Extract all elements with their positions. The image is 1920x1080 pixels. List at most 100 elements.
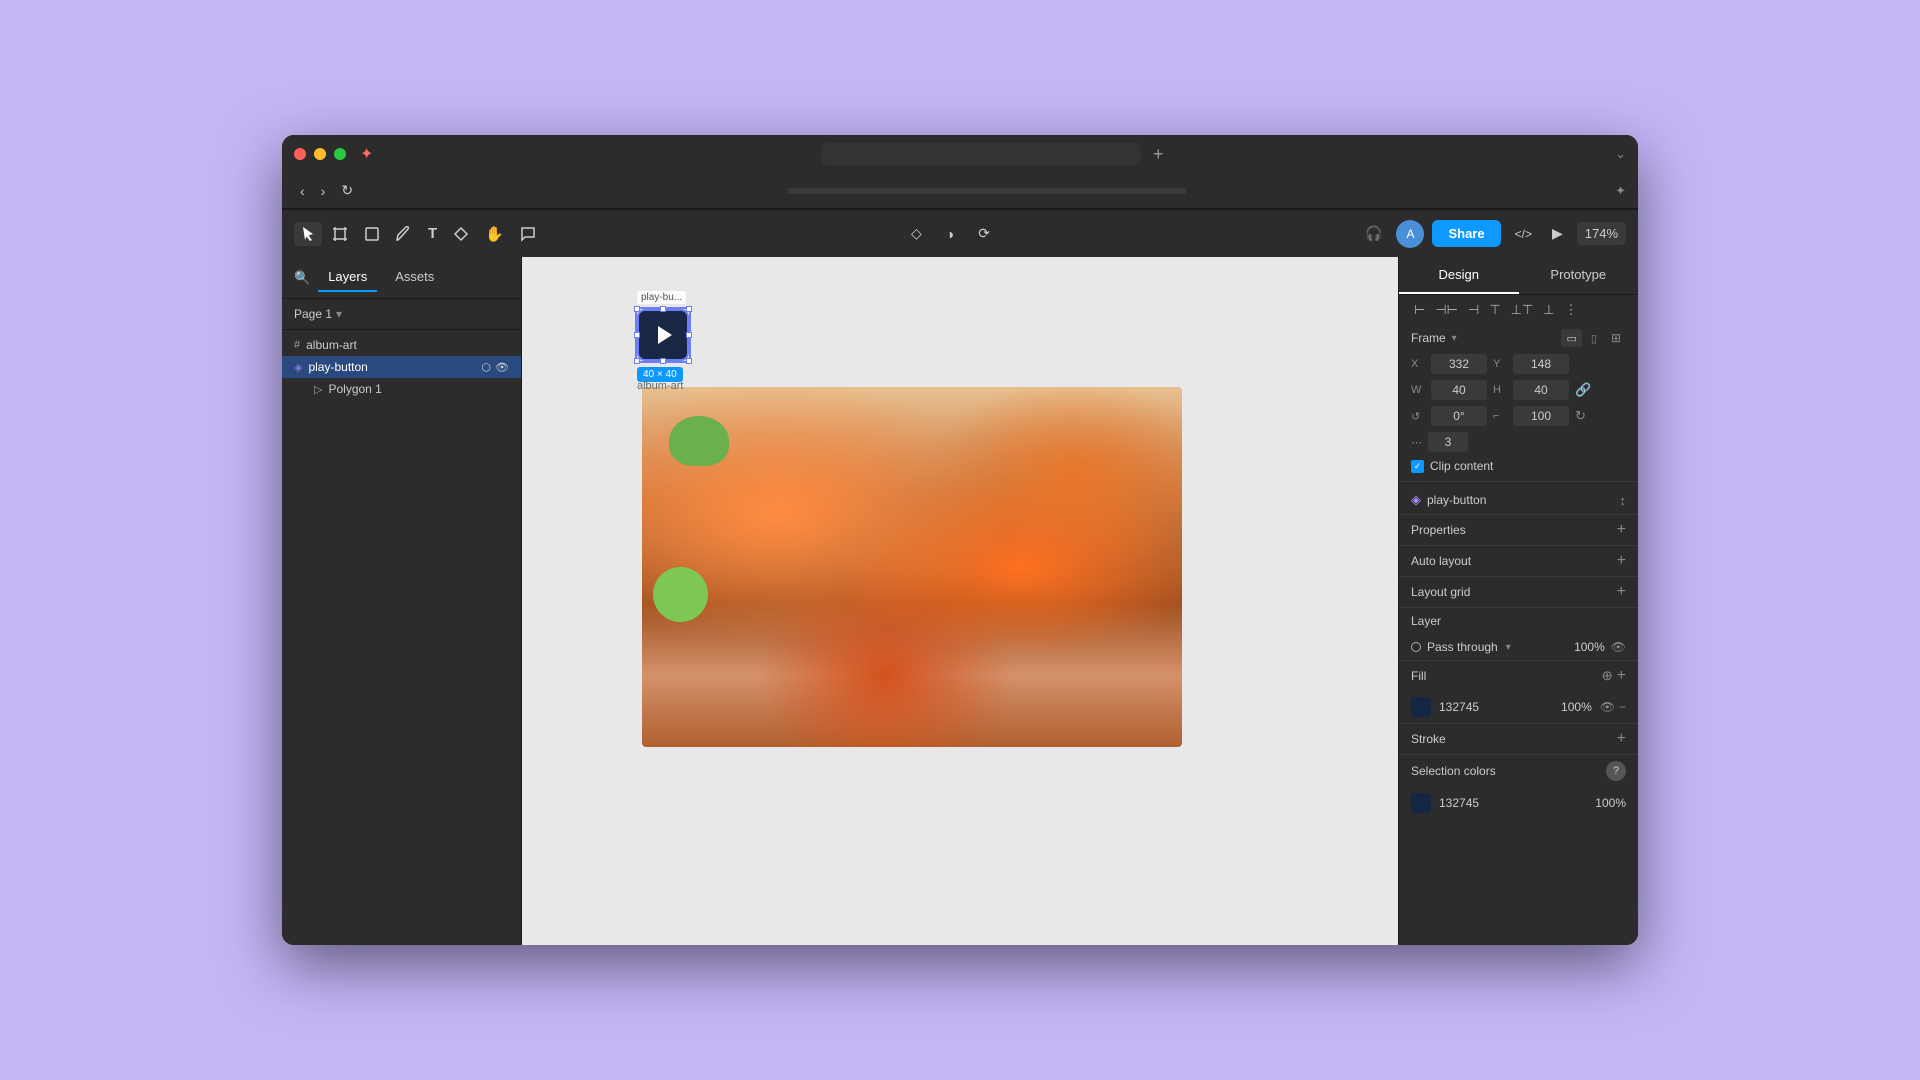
headphone-icon[interactable]: 🎧	[1359, 221, 1388, 246]
frame-icons: ▭ ▯ ⊞	[1561, 329, 1626, 347]
new-tab-button[interactable]: +	[1149, 144, 1168, 165]
contrast-icon[interactable]: ◑	[940, 222, 960, 246]
frame-type-2-button[interactable]: ▯	[1586, 329, 1602, 347]
prototype-icon[interactable]: ⟳	[972, 221, 996, 246]
canvas-area[interactable]: play-bu...	[522, 257, 1398, 945]
style-icon[interactable]: ◇	[905, 221, 928, 246]
fill-visibility-button[interactable]: 👁	[1600, 700, 1615, 714]
fill-opacity-value[interactable]: 100%	[1561, 700, 1592, 714]
fill-target-button[interactable]: ⊕	[1601, 667, 1612, 685]
toolbar-right: 🎧 A Share </> ▶ 174%	[1359, 220, 1626, 248]
frame-dropdown-arrow[interactable]: ▾	[1452, 333, 1457, 344]
corner-radius-input[interactable]	[1513, 406, 1569, 426]
rotation-input[interactable]	[1431, 406, 1487, 426]
lime-wedge	[669, 416, 729, 466]
align-left-button[interactable]: ⊢	[1411, 299, 1428, 321]
corner-options-button[interactable]: ↻	[1575, 408, 1586, 424]
figma-toolbar: T ✋ ◇ ◑ ⟳ 🎧 A Share </> ▶ 174%	[282, 209, 1638, 257]
layer-item-album-art[interactable]: # album-art	[282, 334, 521, 356]
play-button-visual[interactable]	[637, 309, 689, 361]
x-input[interactable]	[1431, 354, 1487, 374]
layers-tab[interactable]: Layers	[318, 263, 377, 292]
visible-icon[interactable]: 👁	[495, 361, 509, 374]
layers-list: # album-art ◈ play-button ⬡ 👁 ▷ Polygon …	[282, 330, 521, 945]
lock-ratio-button[interactable]: 🔗	[1575, 382, 1591, 398]
hand-tool-button[interactable]: ✋	[479, 221, 510, 247]
y-input[interactable]	[1513, 354, 1569, 374]
layer-item-polygon1[interactable]: ▷ Polygon 1	[282, 378, 521, 400]
handle-br[interactable]	[686, 358, 692, 364]
frame-name-tooltip: play-bu...	[637, 291, 686, 304]
properties-section: Properties +	[1399, 514, 1638, 545]
properties-add-button[interactable]: +	[1617, 521, 1626, 539]
align-middle-v-button[interactable]: ⊥⊤	[1508, 299, 1537, 321]
component-go-button[interactable]: ↕	[1620, 493, 1627, 508]
layer-name: play-button	[308, 360, 367, 374]
text-tool-button[interactable]: T	[422, 221, 443, 246]
frame-icon: #	[294, 339, 300, 351]
clip-content-row: ✓ Clip content	[1399, 455, 1638, 477]
code-view-button[interactable]: </>	[1509, 223, 1538, 245]
forward-button[interactable]: ›	[315, 179, 332, 203]
fill-add-button[interactable]: +	[1617, 667, 1626, 685]
rotation-icon: ↺	[1411, 410, 1425, 423]
layer-visibility-button[interactable]: 👁	[1611, 640, 1626, 654]
component-icon: ◈	[294, 361, 302, 374]
fill-color-swatch[interactable]	[1411, 697, 1431, 717]
layer-item-play-button[interactable]: ◈ play-button ⬡ 👁	[282, 356, 521, 378]
align-right-button[interactable]: ⊣	[1465, 299, 1482, 321]
align-bottom-button[interactable]: ⊥	[1540, 299, 1557, 321]
comment-tool-button[interactable]	[514, 222, 542, 246]
corner-detail-input[interactable]	[1428, 432, 1468, 452]
fill-section-header: Fill ⊕ +	[1399, 661, 1638, 691]
component-badge-icon: ⬡	[481, 361, 491, 374]
opacity-value[interactable]: 100%	[1574, 640, 1605, 654]
align-center-h-button[interactable]: ⊣⊢	[1432, 299, 1461, 321]
pen-tool-button[interactable]	[390, 222, 418, 246]
present-button[interactable]: ▶	[1546, 221, 1569, 246]
assets-tab[interactable]: Assets	[385, 263, 444, 292]
polygon-expand-icon[interactable]: ▷	[314, 383, 322, 396]
minimize-button[interactable]	[314, 148, 326, 160]
stroke-add-button[interactable]: +	[1617, 730, 1626, 748]
design-tab[interactable]: Design	[1399, 257, 1519, 294]
component-row[interactable]: ◈ play-button ↕	[1399, 486, 1638, 514]
fill-remove-button[interactable]: −	[1619, 700, 1626, 714]
corner-icon: ⌐	[1493, 410, 1507, 422]
position-row: X Y	[1399, 351, 1638, 377]
close-button[interactable]	[294, 148, 306, 160]
h-input[interactable]	[1513, 380, 1569, 400]
shape-tool-button[interactable]	[358, 222, 386, 246]
zoom-level[interactable]: 174%	[1577, 222, 1626, 245]
w-input[interactable]	[1431, 380, 1487, 400]
prototype-tab[interactable]: Prototype	[1519, 257, 1639, 294]
move-tool-button[interactable]	[294, 222, 322, 246]
selection-color-opacity[interactable]: 100%	[1595, 796, 1626, 810]
fill-hex-value[interactable]: 132745	[1439, 700, 1479, 714]
align-top-button[interactable]: ⊤	[1486, 299, 1503, 321]
selection-colors-help-button[interactable]: ?	[1606, 761, 1626, 781]
frame-grid-button[interactable]: ⊞	[1606, 329, 1626, 347]
mode-dropdown-arrow[interactable]: ▾	[1506, 642, 1511, 653]
reload-button[interactable]: ↻	[335, 178, 359, 203]
selection-color-swatch[interactable]	[1411, 793, 1431, 813]
auto-layout-add-button[interactable]: +	[1617, 552, 1626, 570]
selection-color-hex[interactable]: 132745	[1439, 796, 1479, 810]
title-bar: ✦ + ⌄	[282, 135, 1638, 173]
url-input[interactable]	[821, 143, 1141, 165]
mode-label: Pass through	[1427, 640, 1498, 654]
size-row: W H 🔗	[1399, 377, 1638, 403]
clip-content-checkbox[interactable]: ✓	[1411, 460, 1424, 473]
frame-tool-button[interactable]	[326, 222, 354, 246]
page-selector[interactable]: Page 1 ▾	[282, 299, 521, 330]
address-bar[interactable]	[787, 188, 1187, 194]
maximize-button[interactable]	[334, 148, 346, 160]
distribute-button[interactable]: ⋮	[1562, 299, 1581, 321]
component-tool-button[interactable]	[447, 222, 475, 246]
share-button[interactable]: Share	[1432, 220, 1500, 247]
layer-section: Layer Pass through ▾ 100% 👁	[1399, 607, 1638, 660]
y-label: Y	[1493, 358, 1507, 370]
back-button[interactable]: ‹	[294, 179, 311, 203]
frame-type-1-button[interactable]: ▭	[1561, 329, 1581, 347]
layout-grid-add-button[interactable]: +	[1617, 583, 1626, 601]
